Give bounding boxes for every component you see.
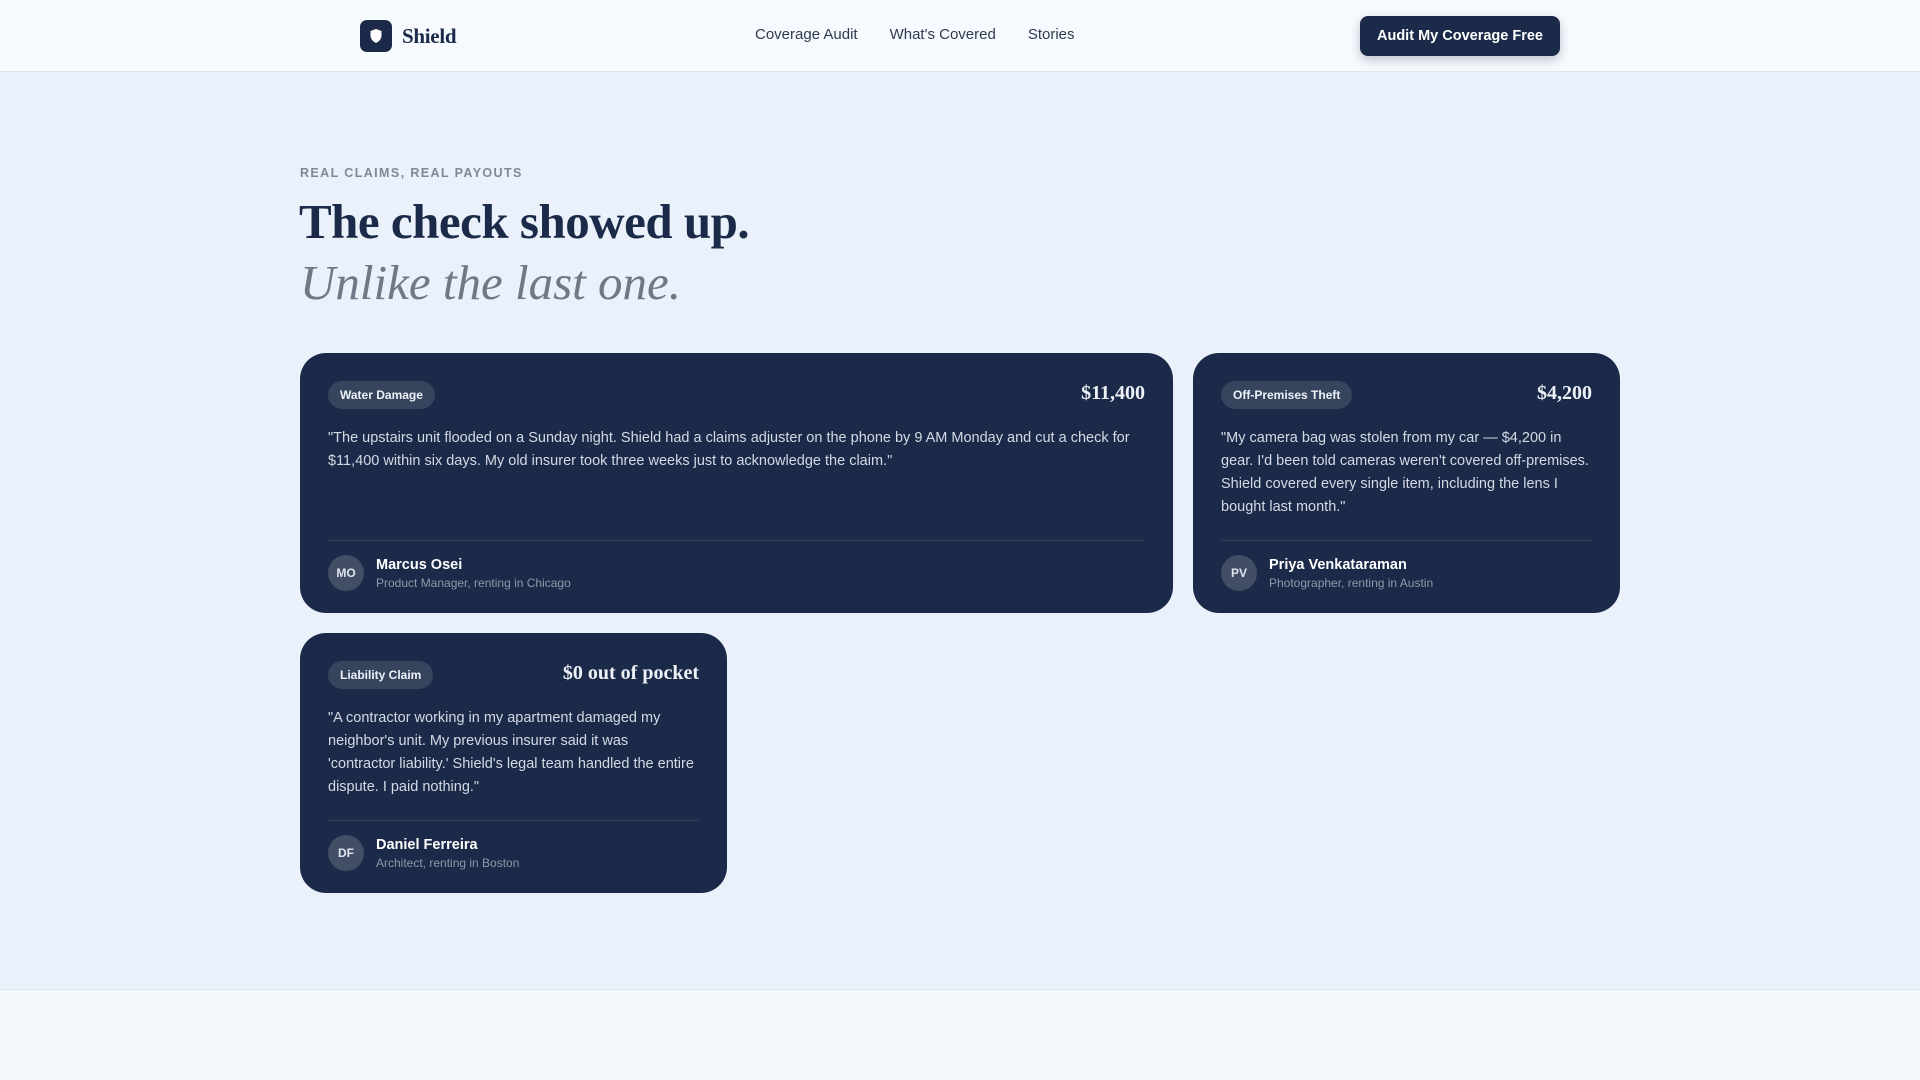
customer-name: Marcus Osei	[376, 557, 463, 573]
testimonial-quote: "My camera bag was stolen from my car — …	[1221, 430, 1589, 515]
customer-role: Product Manager, renting in Chicago	[376, 576, 571, 590]
nav-coverage-audit[interactable]: Coverage Audit	[755, 26, 858, 43]
payout-amount: $4,200	[1537, 382, 1592, 404]
card-divider	[328, 540, 1145, 541]
customer-role: Photographer, renting in Austin	[1269, 576, 1434, 590]
brand-name: Shield	[402, 23, 457, 48]
avatar: PV	[1221, 555, 1257, 591]
section-eyebrow: REAL CLAIMS, REAL PAYOUTS	[300, 166, 523, 180]
avatar: MO	[328, 555, 364, 591]
testimonial-quote: "A contractor working in my apartment da…	[328, 710, 694, 795]
shield-icon	[360, 20, 392, 52]
customer-name: Daniel Ferreira	[376, 837, 478, 853]
next-section-band	[0, 989, 1920, 1080]
nav-stories[interactable]: Stories	[1028, 26, 1075, 43]
payout-amount: $0 out of pocket	[562, 662, 699, 684]
card-divider	[1221, 540, 1592, 541]
customer-name: Priya Venkataraman	[1269, 557, 1407, 573]
customer-role: Architect, renting in Boston	[376, 856, 520, 870]
avatar: DF	[328, 835, 364, 871]
section-title: The check showed up.	[299, 194, 750, 249]
story-card-off-premises-theft: Off-Premises Theft $4,200 "My camera bag…	[1193, 353, 1620, 613]
story-card-water-damage: Water Damage $11,400 "The upstairs unit …	[300, 353, 1173, 613]
card-divider	[328, 820, 699, 821]
nav-whats-covered[interactable]: What's Covered	[890, 26, 996, 43]
section-subtitle: Unlike the last one.	[300, 255, 682, 310]
brand-logo[interactable]: Shield	[360, 20, 457, 52]
site-header: Shield Coverage Audit What's Covered Sto…	[0, 0, 1920, 72]
audit-coverage-button[interactable]: Audit My Coverage Free	[1360, 16, 1560, 56]
testimonial-quote: "The upstairs unit flooded on a Sunday n…	[328, 430, 1130, 469]
story-card-liability-claim: Liability Claim $0 out of pocket "A cont…	[300, 633, 727, 893]
claim-type-badge: Water Damage	[328, 381, 435, 409]
claim-type-badge: Liability Claim	[328, 661, 434, 689]
claim-type-badge: Off-Premises Theft	[1221, 381, 1353, 409]
payout-amount: $11,400	[1081, 382, 1145, 404]
main-nav: Coverage Audit What's Covered Stories	[755, 26, 1075, 43]
